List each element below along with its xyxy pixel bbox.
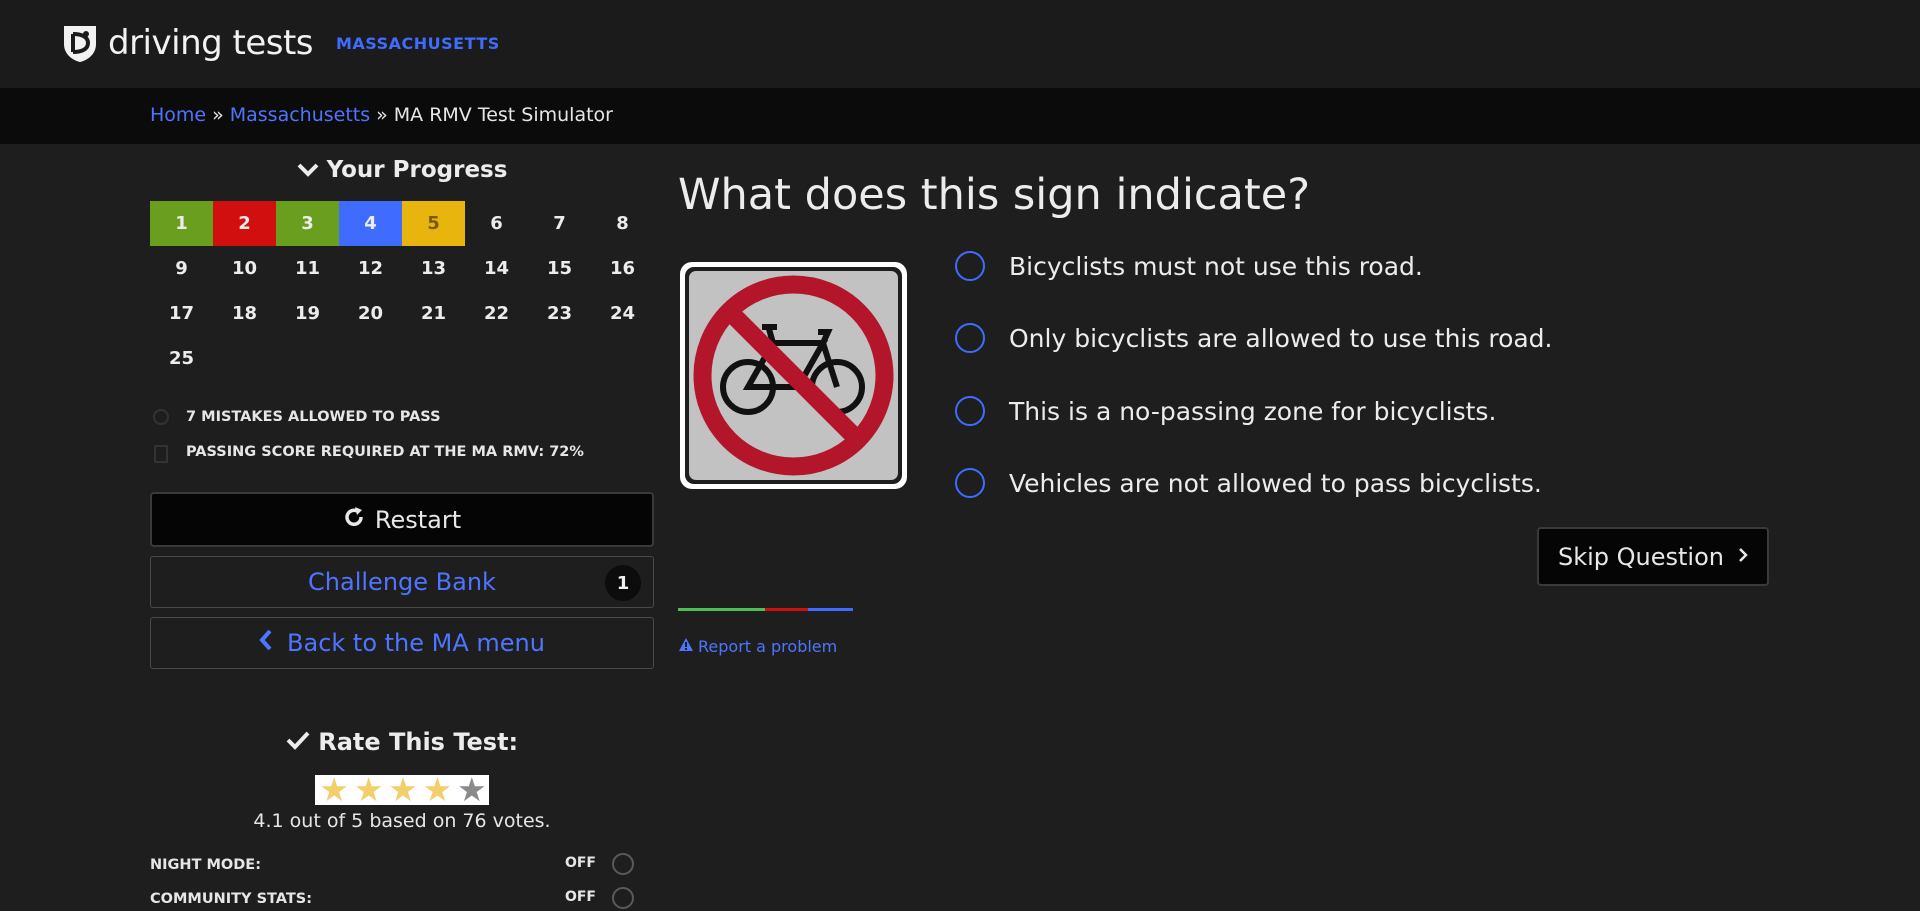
state-link[interactable]: MASSACHUSETTS (336, 34, 500, 53)
progress-cell[interactable]: 23 (528, 291, 591, 336)
star-icon[interactable]: ★ (455, 773, 489, 806)
community-stats-value: OFF (564, 889, 596, 905)
mistakes-text: 7 MISTAKES ALLOWED TO PASS (186, 409, 441, 425)
chevron-down-icon (297, 157, 319, 183)
answer-option[interactable]: Bicyclists must not use this road. (955, 251, 1423, 281)
toggle-knob[interactable] (612, 887, 634, 909)
question-text: What does this sign indicate? (678, 170, 1311, 220)
warning-icon (678, 637, 694, 656)
answer-text: This is a no-passing zone for bicyclists… (1009, 396, 1497, 426)
restart-button[interactable]: Restart (150, 492, 654, 547)
progress-cell[interactable]: 20 (339, 291, 402, 336)
progress-cell[interactable]: 6 (465, 201, 528, 246)
mistakes-info: 7 MISTAKES ALLOWED TO PASS (150, 408, 441, 426)
challenge-count-badge: 1 (605, 565, 641, 601)
night-mode-toggle[interactable]: NIGHT MODE: OFF (150, 853, 634, 877)
progress-cell[interactable]: 16 (591, 246, 654, 291)
answer-text: Bicyclists must not use this road. (1009, 251, 1423, 281)
rate-title-label: Rate This Test: (318, 728, 519, 756)
progress-cell[interactable]: 24 (591, 291, 654, 336)
answer-radio[interactable] (955, 251, 985, 281)
community-stats-label: COMMUNITY STATS: (150, 891, 313, 907)
progress-cell[interactable]: 3 (276, 201, 339, 246)
result-bar-remaining (808, 608, 853, 611)
progress-cell[interactable]: 1 (150, 201, 213, 246)
progress-cell[interactable]: 18 (213, 291, 276, 336)
answer-option[interactable]: This is a no-passing zone for bicyclists… (955, 396, 1496, 426)
star-icon[interactable]: ★ (420, 773, 454, 806)
star-icon[interactable]: ★ (317, 773, 351, 806)
progress-cell[interactable]: 25 (150, 336, 213, 381)
progress-grid: 1 2 3 4 5 6 7 8 9 10 11 12 13 14 15 16 17 18 19 20 21 22 23 24 2… (150, 201, 654, 381)
rating-votes: 4.1 out of 5 based on 76 votes. (253, 810, 551, 832)
toggle-knob[interactable] (612, 853, 634, 875)
answer-text: Vehicles are not allowed to pass bicycli… (1009, 468, 1542, 498)
star-rating[interactable]: ★ ★ ★ ★ ★ (315, 773, 489, 806)
breadcrumb-separator: » (212, 104, 224, 126)
night-mode-value: OFF (564, 855, 596, 871)
progress-cell[interactable]: 19 (276, 291, 339, 336)
answer-radio[interactable] (955, 396, 985, 426)
restart-label: Restart (374, 505, 462, 534)
breadcrumb-state-link[interactable]: Massachusetts (230, 104, 370, 126)
chevron-left-icon (259, 629, 273, 657)
back-to-menu-button[interactable]: Back to the MA menu (150, 617, 654, 669)
challenge-bank-label: Challenge Bank (308, 568, 496, 596)
progress-cell[interactable]: 4 (339, 201, 402, 246)
mistakes-icon (150, 408, 172, 426)
progress-cell[interactable]: 5 (402, 201, 465, 246)
answer-text: Only bicyclists are allowed to use this … (1009, 323, 1553, 353)
star-icon[interactable]: ★ (351, 773, 385, 806)
passing-info: PASSING SCORE REQUIRED AT THE MA RMV: 72… (150, 443, 584, 463)
answer-radio[interactable] (955, 468, 985, 498)
answer-option[interactable]: Only bicyclists are allowed to use this … (955, 323, 1553, 353)
progress-title-label: Your Progress (326, 157, 508, 183)
passing-text: PASSING SCORE REQUIRED AT THE MA RMV: 72… (186, 444, 584, 460)
progress-cell[interactable]: 21 (402, 291, 465, 336)
top-bar: driving tests MASSACHUSETTS (0, 0, 1920, 88)
progress-cell[interactable]: 12 (339, 246, 402, 291)
progress-cell[interactable]: 22 (465, 291, 528, 336)
night-mode-label: NIGHT MODE: (150, 857, 262, 873)
skip-label: Skip Question (1557, 542, 1724, 571)
driving-tests-logo-icon (64, 26, 96, 62)
challenge-bank-button[interactable]: Challenge Bank 1 (150, 556, 654, 608)
breadcrumb-current: MA RMV Test Simulator (393, 104, 613, 126)
progress-cell[interactable]: 8 (591, 201, 654, 246)
progress-cell[interactable]: 9 (150, 246, 213, 291)
progress-cell[interactable]: 17 (150, 291, 213, 336)
checkmark-icon (286, 728, 310, 756)
no-bicycles-sign-icon (678, 260, 909, 491)
progress-title[interactable]: Your Progress (150, 157, 654, 183)
skip-question-button[interactable]: Skip Question (1537, 527, 1769, 586)
community-stats-toggle[interactable]: COMMUNITY STATS: OFF (150, 887, 634, 911)
logo-text: driving tests (108, 23, 314, 63)
result-bar-correct (678, 608, 765, 611)
breadcrumb-home-link[interactable]: Home (150, 104, 206, 126)
answer-option[interactable]: Vehicles are not allowed to pass bicycli… (955, 468, 1542, 498)
star-icon[interactable]: ★ (386, 773, 420, 806)
progress-cell[interactable]: 13 (402, 246, 465, 291)
chevron-right-icon (1738, 544, 1748, 569)
result-bar-wrong (765, 608, 808, 611)
breadcrumb-separator: » (376, 104, 388, 126)
progress-cell[interactable]: 10 (213, 246, 276, 291)
report-label: Report a problem (698, 637, 838, 656)
report-problem-link[interactable]: Report a problem (678, 637, 837, 656)
site-logo[interactable]: driving tests (60, 22, 314, 64)
answer-radio[interactable] (955, 323, 985, 353)
back-label: Back to the MA menu (287, 629, 545, 657)
progress-cell[interactable]: 11 (276, 246, 339, 291)
refresh-icon (343, 505, 365, 535)
progress-cell[interactable]: 15 (528, 246, 591, 291)
passing-score-icon (150, 443, 172, 463)
progress-cell[interactable]: 7 (528, 201, 591, 246)
progress-cell[interactable]: 2 (213, 201, 276, 246)
breadcrumb: Home» Massachusetts» MA RMV Test Simulator (150, 104, 613, 126)
rate-title: Rate This Test: (150, 728, 654, 756)
progress-cell[interactable]: 14 (465, 246, 528, 291)
